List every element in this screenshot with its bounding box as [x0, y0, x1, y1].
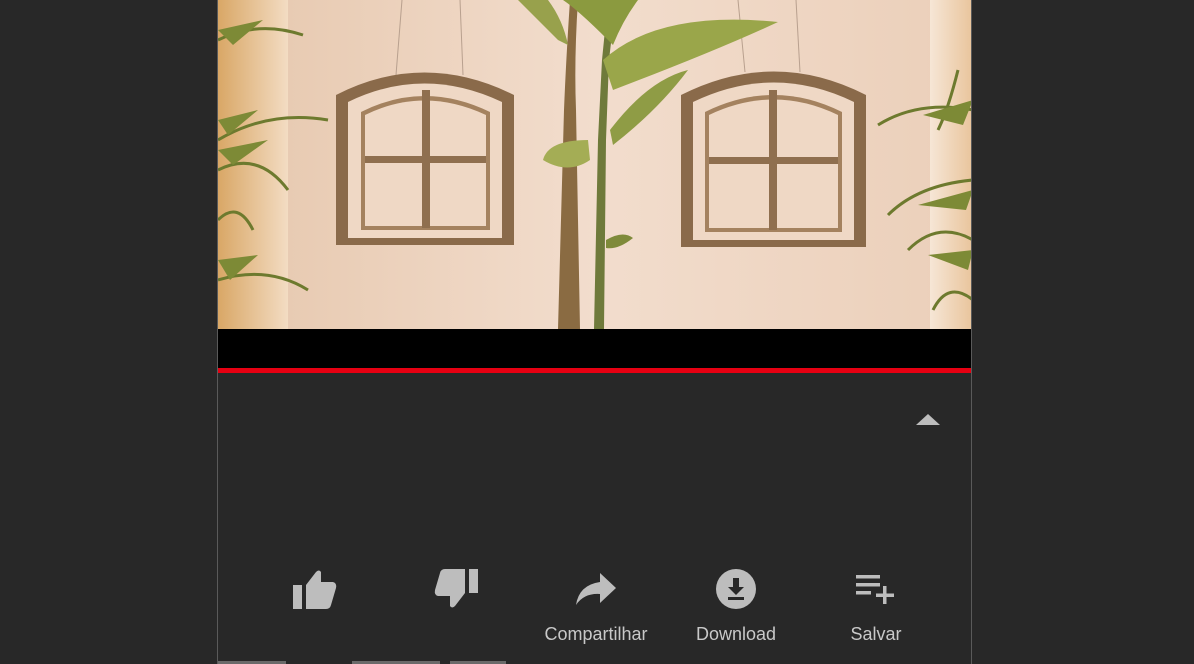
download-button[interactable]: Download — [671, 562, 801, 656]
save-button[interactable]: Salvar — [811, 562, 941, 656]
dislike-button[interactable] — [391, 562, 521, 656]
collapse-button[interactable] — [908, 406, 948, 434]
save-label: Salvar — [850, 624, 902, 644]
video-player[interactable] — [218, 0, 971, 329]
thumbs-down-icon — [429, 562, 483, 616]
download-label: Download — [695, 624, 777, 644]
download-icon — [709, 562, 763, 616]
share-button[interactable]: Compartilhar — [531, 562, 661, 656]
playlist-add-icon — [849, 562, 903, 616]
thumbs-up-icon — [288, 562, 342, 616]
page: Compartilhar Download Salvar — [0, 0, 1194, 664]
progress-bar-fill — [218, 368, 971, 373]
chevron-up-icon — [916, 414, 940, 425]
share-label: Compartilhar — [544, 624, 648, 644]
like-button[interactable] — [250, 562, 380, 656]
app-screen: Compartilhar Download Salvar — [217, 0, 972, 664]
share-icon — [569, 562, 623, 616]
video-letterbox — [218, 329, 971, 369]
progress-bar[interactable] — [218, 368, 971, 373]
action-bar: Compartilhar Download Salvar — [218, 562, 971, 662]
video-frame-image — [218, 0, 971, 329]
